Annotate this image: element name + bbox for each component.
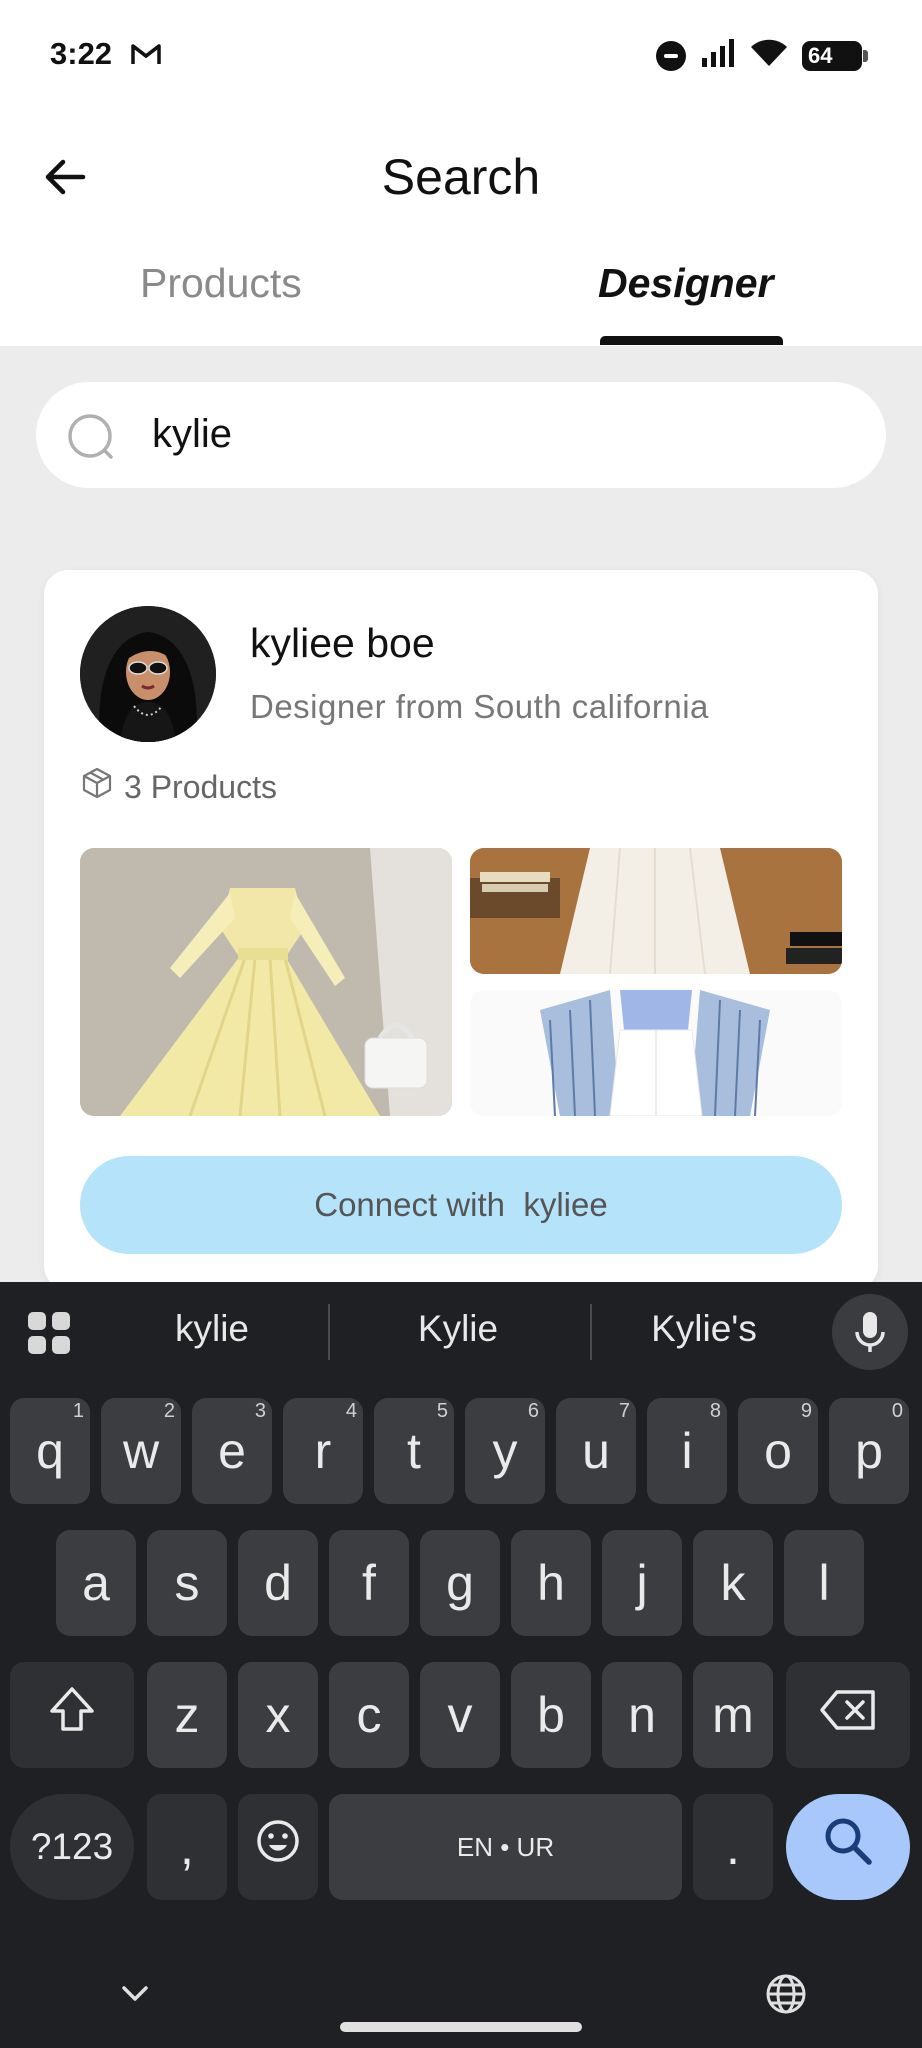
connect-button[interactable]: Connect with kyliee bbox=[80, 1156, 842, 1254]
space-key[interactable]: EN • UR bbox=[329, 1794, 682, 1900]
key-label: p bbox=[855, 1423, 883, 1479]
status-time: 3:22 bbox=[50, 36, 113, 71]
key-n[interactable]: n bbox=[602, 1662, 682, 1768]
search-icon bbox=[822, 1815, 874, 1879]
product-count: 3 Products bbox=[80, 766, 277, 808]
key-label: y bbox=[492, 1423, 518, 1479]
home-indicator[interactable] bbox=[340, 2022, 582, 2032]
emoji-icon bbox=[255, 1818, 301, 1876]
page-title: Search bbox=[381, 149, 541, 205]
product-image-striped-shirt[interactable] bbox=[470, 990, 842, 1116]
product-image-white-skirt[interactable] bbox=[470, 848, 842, 974]
designer-subtitle: Designer from South california bbox=[250, 688, 709, 725]
gmail-icon bbox=[130, 40, 162, 71]
key-a[interactable]: a bbox=[56, 1530, 136, 1636]
key-s[interactable]: s bbox=[147, 1530, 227, 1636]
search-input[interactable]: kylie bbox=[152, 412, 232, 457]
key-g[interactable]: g bbox=[420, 1530, 500, 1636]
key-y[interactable]: y6 bbox=[465, 1398, 545, 1504]
key-d[interactable]: d bbox=[238, 1530, 318, 1636]
key-hint: 6 bbox=[527, 1400, 539, 1422]
designer-card[interactable]: kyliee boe Designer from South californi… bbox=[44, 570, 878, 1290]
suggestion-divider bbox=[328, 1304, 330, 1360]
suggestion-divider bbox=[590, 1304, 592, 1360]
product-image-yellow-dress[interactable] bbox=[80, 848, 452, 1116]
key-z[interactable]: z bbox=[147, 1662, 227, 1768]
apps-grid-icon[interactable] bbox=[26, 1310, 72, 1361]
designer-name: kyliee boe bbox=[250, 620, 435, 666]
key-label: t bbox=[407, 1423, 421, 1479]
comma-key[interactable]: , bbox=[147, 1794, 227, 1900]
emoji-key[interactable] bbox=[238, 1794, 318, 1900]
key-hint: 1 bbox=[72, 1400, 84, 1422]
search-icon bbox=[66, 412, 122, 469]
key-x[interactable]: x bbox=[238, 1662, 318, 1768]
suggestion-bar: kylie Kylie Kylie's bbox=[0, 1282, 922, 1386]
do-not-disturb-icon bbox=[656, 40, 686, 71]
keyboard: kylie Kylie Kylie's q1 w2 e3 r4 t5 y6 u7… bbox=[0, 1282, 922, 2048]
key-label: q bbox=[36, 1423, 64, 1479]
key-label: e bbox=[218, 1423, 246, 1479]
status-bar: 3:22 64 bbox=[0, 0, 922, 110]
key-hint: 2 bbox=[163, 1400, 175, 1422]
key-q[interactable]: q1 bbox=[10, 1398, 90, 1504]
key-m[interactable]: m bbox=[693, 1662, 773, 1768]
key-hint: 8 bbox=[709, 1400, 721, 1422]
key-i[interactable]: i8 bbox=[647, 1398, 727, 1504]
active-tab-indicator bbox=[600, 336, 783, 345]
period-key[interactable]: . bbox=[693, 1794, 773, 1900]
status-icons: 64 bbox=[656, 38, 868, 73]
tab-products[interactable]: Products bbox=[140, 260, 302, 307]
search-key[interactable] bbox=[786, 1794, 910, 1900]
key-v[interactable]: v bbox=[420, 1662, 500, 1768]
key-h[interactable]: h bbox=[511, 1530, 591, 1636]
key-hint: 9 bbox=[800, 1400, 812, 1422]
key-e[interactable]: e3 bbox=[192, 1398, 272, 1504]
key-label: r bbox=[314, 1423, 332, 1479]
wifi-icon bbox=[750, 38, 788, 73]
avatar[interactable] bbox=[80, 606, 216, 742]
key-w[interactable]: w2 bbox=[101, 1398, 181, 1504]
suggestion-2[interactable]: Kylie bbox=[368, 1308, 548, 1350]
key-hint: 0 bbox=[891, 1400, 903, 1422]
key-l[interactable]: l bbox=[784, 1530, 864, 1636]
key-k[interactable]: k bbox=[693, 1530, 773, 1636]
key-o[interactable]: o9 bbox=[738, 1398, 818, 1504]
symbols-key[interactable]: ?123 bbox=[10, 1794, 134, 1900]
key-label: u bbox=[582, 1423, 610, 1479]
shift-icon bbox=[47, 1685, 97, 1745]
shift-key[interactable] bbox=[10, 1662, 134, 1768]
key-hint: 7 bbox=[618, 1400, 630, 1422]
tab-designer[interactable]: Designer bbox=[598, 260, 773, 307]
key-j[interactable]: j bbox=[602, 1530, 682, 1636]
key-c[interactable]: c bbox=[329, 1662, 409, 1768]
key-f[interactable]: f bbox=[329, 1530, 409, 1636]
globe-icon[interactable] bbox=[764, 1972, 808, 2021]
header: Search Products Designer bbox=[0, 110, 922, 346]
key-hint: 4 bbox=[345, 1400, 357, 1422]
key-r[interactable]: r4 bbox=[283, 1398, 363, 1504]
product-count-label: 3 Products bbox=[124, 768, 277, 805]
signal-icon bbox=[700, 38, 736, 73]
key-label: o bbox=[764, 1423, 792, 1479]
suggestion-1[interactable]: kylie bbox=[122, 1308, 302, 1350]
key-label: i bbox=[681, 1423, 693, 1479]
suggestion-3[interactable]: Kylie's bbox=[614, 1308, 794, 1350]
key-u[interactable]: u7 bbox=[556, 1398, 636, 1504]
key-hint: 3 bbox=[254, 1400, 266, 1422]
search-bar[interactable]: kylie bbox=[36, 382, 886, 488]
key-p[interactable]: p0 bbox=[829, 1398, 909, 1504]
microphone-icon[interactable] bbox=[832, 1294, 908, 1370]
key-t[interactable]: t5 bbox=[374, 1398, 454, 1504]
chevron-down-icon[interactable] bbox=[118, 1982, 152, 2011]
key-label: w bbox=[122, 1423, 160, 1479]
key-hint: 5 bbox=[436, 1400, 448, 1422]
box-icon bbox=[80, 766, 114, 808]
backspace-icon bbox=[819, 1686, 877, 1744]
backspace-key[interactable] bbox=[786, 1662, 910, 1768]
key-b[interactable]: b bbox=[511, 1662, 591, 1768]
battery-icon: 64 bbox=[802, 40, 868, 71]
